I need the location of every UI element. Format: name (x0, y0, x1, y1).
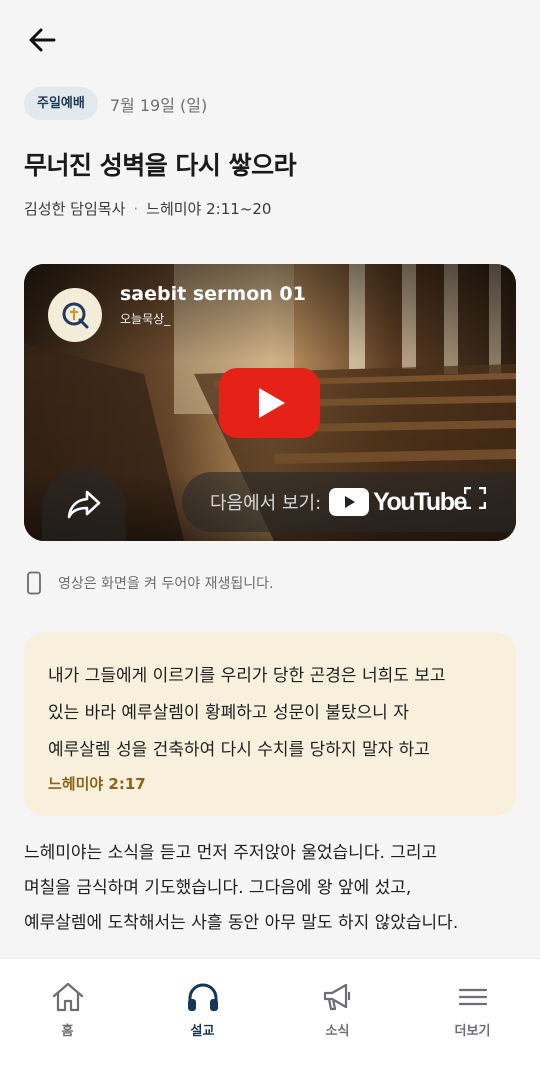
tab-label: 더보기 (454, 1024, 491, 1039)
channel-logo[interactable] (48, 288, 102, 342)
share-icon (67, 490, 101, 519)
quote-reference: 느헤미야 2:17 (48, 775, 146, 793)
fullscreen-button[interactable] (463, 486, 487, 510)
sermon-body: 느헤미야는 소식을 듣고 먼저 주저앉아 울었습니다. 그리고 며칠을 금식하며… (24, 836, 516, 941)
playback-notice: 영상은 화면을 켜 두어야 재생됩니다. (26, 571, 273, 595)
body-line: 느헤미야는 소식을 듣고 먼저 주저앉아 울었습니다. 그리고 (24, 843, 438, 863)
youtube-logo: YouTube (329, 487, 467, 517)
playback-notice-text: 영상은 화면을 켜 두어야 재생됩니다. (58, 576, 274, 592)
scripture-passage: 느헤미야 2:11~20 (146, 200, 272, 218)
arrow-left-icon (29, 28, 56, 52)
tab-label: 홈 (61, 1024, 74, 1039)
megaphone-icon (323, 983, 350, 1011)
bottom-tab-bar: 홈 설교 소식 더보기 (0, 958, 540, 1065)
fullscreen-icon (463, 486, 487, 510)
watch-on-label: 다음에서 보기: (210, 493, 322, 514)
sermon-byline: 김성한 담임목사 · 느헤미야 2:11~20 (24, 198, 271, 219)
play-button[interactable] (219, 368, 320, 438)
sermon-meta-row: 주일예배 7월 19일 (일) (24, 87, 207, 120)
sermon-title: 무너진 성벽을 다시 쌓으라 (24, 151, 297, 180)
video-channel-name[interactable]: 오늘묵상_ (120, 310, 170, 327)
tab-label: 소식 (325, 1024, 350, 1039)
share-button[interactable] (42, 467, 126, 541)
menu-icon (458, 988, 487, 1006)
body-line: 며칠을 금식하며 기도했습니다. 그다음에 왕 앞에 섰고, (24, 878, 412, 898)
youtube-wordmark: YouTube (373, 487, 467, 516)
channel-logo-icon (62, 302, 89, 329)
video-title[interactable]: saebit sermon 01 (120, 283, 306, 305)
body-line: 예루살렘에 도착해서는 사흘 동안 아무 말도 하지 않았습니다. (24, 913, 459, 933)
tab-more[interactable]: 더보기 (405, 959, 540, 1065)
video-player[interactable]: saebit sermon 01 오늘묵상_ 다음에서 보기: YouTube (24, 264, 516, 541)
headphones-icon (187, 983, 218, 1011)
category-badge: 주일예배 (24, 87, 98, 120)
tab-label: 설교 (190, 1024, 215, 1039)
back-button[interactable] (24, 24, 60, 56)
preacher-name: 김성한 담임목사 (24, 200, 126, 218)
play-icon (219, 368, 320, 438)
byline-separator: · (133, 200, 139, 218)
tab-news[interactable]: 소식 (270, 959, 405, 1065)
tab-home[interactable]: 홈 (0, 959, 135, 1065)
sermon-date: 7월 19일 (일) (109, 95, 208, 115)
quote-line: 예루살렘 성을 건축하여 다시 수치를 당하지 말자 하고 (48, 740, 430, 760)
tab-sermon[interactable]: 설교 (135, 959, 270, 1065)
phone-icon (27, 571, 41, 595)
quote-line: 내가 그들에게 이르기를 우리가 당한 곤경은 너희도 보고 (48, 666, 446, 686)
quote-line: 있는 바라 예루살렘이 황폐하고 성문이 불탔으니 자 (48, 703, 409, 723)
home-icon (52, 982, 83, 1012)
scripture-quote-card: 내가 그들에게 이르기를 우리가 당한 곤경은 너희도 보고 있는 바라 예루살… (24, 632, 516, 816)
youtube-logo-icon (329, 488, 370, 516)
